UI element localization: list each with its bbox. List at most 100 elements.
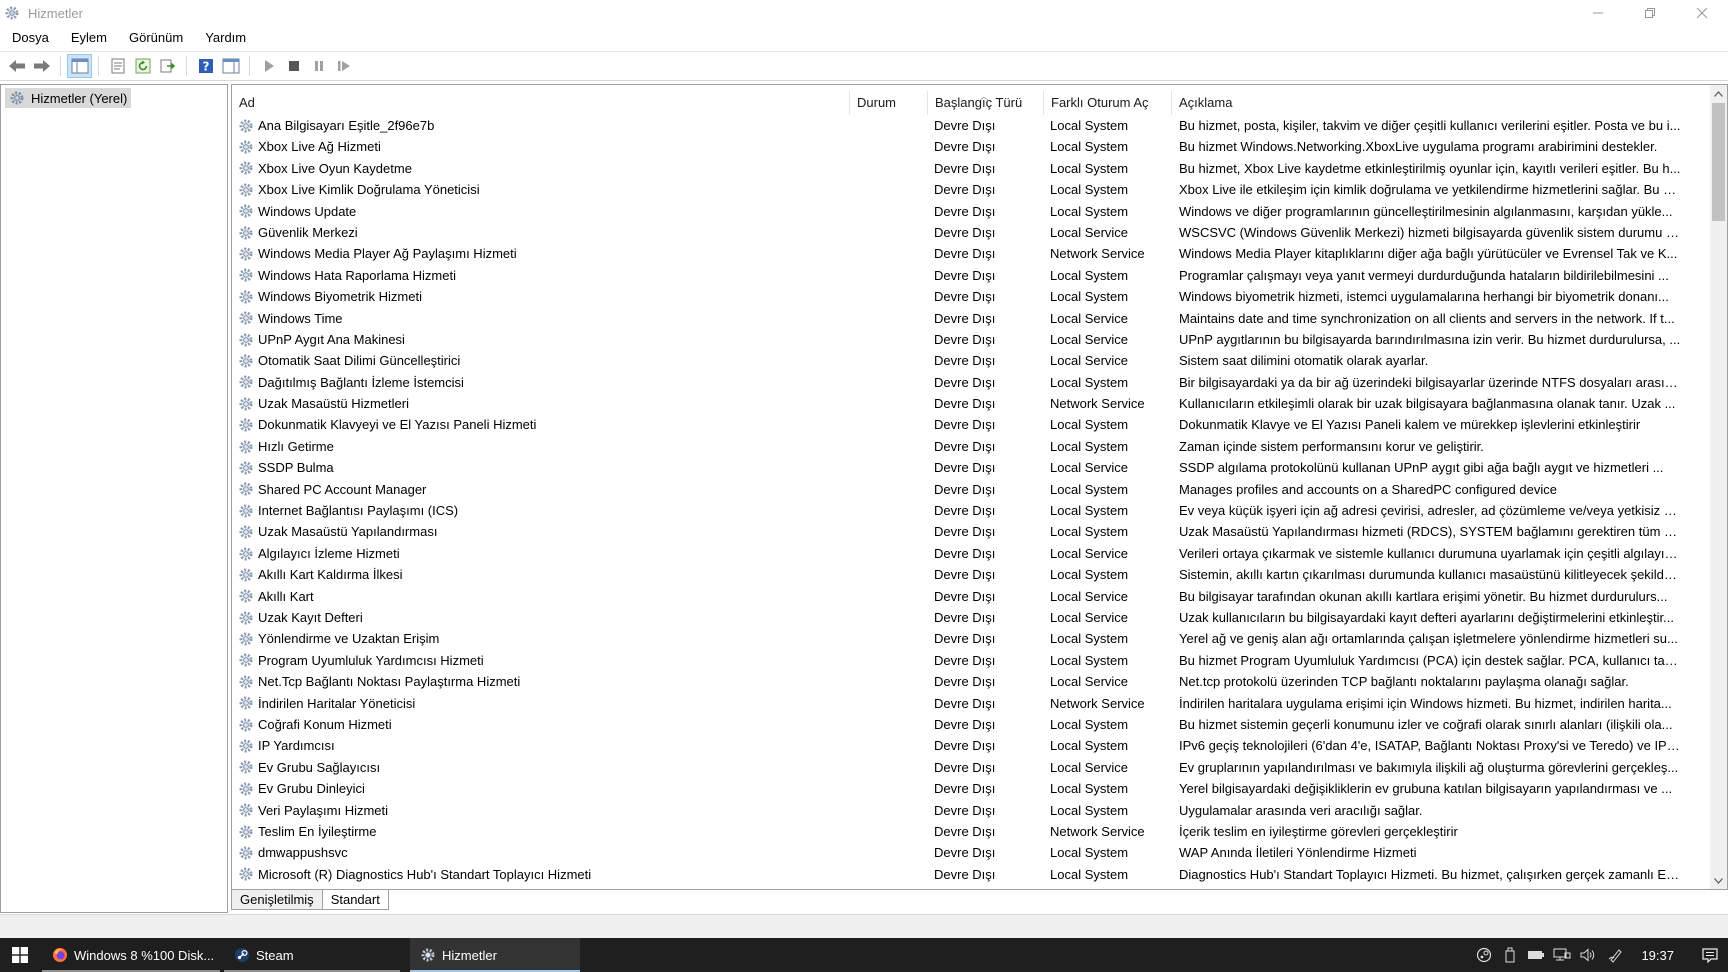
table-row[interactable]: Windows Time Devre Dışı Local Service Maint… [232,308,1712,329]
tray-battery-button[interactable] [1523,938,1549,972]
column-header-log-on-as[interactable]: Farklı Oturum Aç [1044,91,1172,115]
service-name-cell[interactable]: Net.Tcp Bağlantı Noktası Paylaştırma Hiz… [238,671,838,692]
tray-pen-button[interactable] [1601,938,1631,972]
service-name-cell[interactable]: Windows Media Player Ağ Paylaşımı Hizmet… [238,243,838,264]
service-name-cell[interactable]: Coğrafi Konum Hizmeti [238,714,838,735]
taskbar-item-services[interactable]: Hizmetler [410,938,580,972]
minimize-button[interactable] [1572,0,1624,26]
tab-standard[interactable]: Standart [321,890,389,910]
help-button[interactable]: ? [193,54,218,78]
tray-network-button[interactable] [1549,938,1575,972]
table-row[interactable]: Hızlı Getirme Devre Dışı Local System Zaman… [232,436,1712,457]
service-name-cell[interactable]: Shared PC Account Manager [238,479,838,500]
table-row[interactable]: Windows Update Devre Dışı Local System Wind… [232,201,1712,222]
scroll-down-button[interactable] [1710,872,1727,889]
table-row[interactable]: Windows Media Player Ağ Paylaşımı Hizmet… [232,243,1712,264]
service-name-cell[interactable]: Otomatik Saat Dilimi Güncelleştirici [238,350,838,371]
service-name-cell[interactable]: Xbox Live Kimlik Doğrulama Yöneticisi [238,179,838,200]
service-name-cell[interactable]: Akıllı Kart Kaldırma İlkesi [238,564,838,585]
scroll-up-button[interactable] [1710,85,1727,102]
vertical-scrollbar[interactable] [1710,85,1727,889]
service-name-cell[interactable]: Uzak Masaüstü Hizmetleri [238,393,838,414]
table-row[interactable]: Internet Bağlantısı Paylaşımı (ICS) Devre… [232,500,1712,521]
table-row[interactable]: Coğrafi Konum Hizmeti Devre Dışı Local Sys… [232,714,1712,735]
table-row[interactable]: Xbox Live Kimlik Doğrulama Yöneticisi Dev… [232,179,1712,200]
export-list-button[interactable] [155,54,180,78]
forward-button[interactable] [29,54,54,78]
table-row[interactable]: Ev Grubu Sağlayıcısı Devre Dışı Local Serv… [232,757,1712,778]
menu-view[interactable]: Görünüm [118,27,194,49]
service-name-cell[interactable]: Yönlendirme ve Uzaktan Erişim [238,628,838,649]
tree-item-services-local[interactable]: Hizmetler (Yerel) [5,88,132,108]
column-header-name[interactable]: Ad [232,91,850,115]
start-service-button[interactable] [256,54,281,78]
service-name-cell[interactable]: UPnP Aygıt Ana Makinesi [238,329,838,350]
tab-extended[interactable]: Genişletilmiş [231,890,323,910]
service-name-cell[interactable]: Xbox Live Ağ Hizmeti [238,136,838,157]
table-row[interactable]: Windows Hata Raporlama Hizmeti Devre Dışı… [232,265,1712,286]
service-name-cell[interactable]: Ana Bilgisayarı Eşitle_2f96e7b [238,115,838,136]
menu-help[interactable]: Yardım [194,27,257,49]
table-row[interactable]: Dağıtılmış Bağlantı İzleme İstemcisi Devr… [232,372,1712,393]
service-name-cell[interactable]: Ev Grubu Dinleyici [238,778,838,799]
service-name-cell[interactable]: Windows Biyometrik Hizmeti [238,286,838,307]
service-name-cell[interactable]: Program Uyumluluk Yardımcısı Hizmeti [238,650,838,671]
table-row[interactable]: Net.Tcp Bağlantı Noktası Paylaştırma Hiz… [232,671,1712,692]
table-row[interactable]: Uzak Kayıt Defteri Devre Dışı Local Servic… [232,607,1712,628]
table-row[interactable]: Dokunmatik Klavyeyi ve El Yazısı Paneli … [232,414,1712,435]
service-name-cell[interactable]: Microsoft (R) Diagnostics Hub'ı Standart… [238,864,838,885]
service-name-cell[interactable]: Güvenlik Merkezi [238,222,838,243]
action-center-button[interactable] [1692,938,1728,972]
tray-steam-button[interactable] [1471,938,1497,972]
back-button[interactable] [4,54,29,78]
table-row[interactable]: Microsoft (R) Diagnostics Hub'ı Standart… [232,864,1712,885]
scroll-thumb[interactable] [1712,103,1725,221]
table-row[interactable]: Uzak Masaüstü Yapılandırması Devre Dışı Lo… [232,521,1712,542]
pause-service-button[interactable] [306,54,331,78]
column-header-status[interactable]: Durum [850,91,928,115]
table-row[interactable]: Windows Biyometrik Hizmeti Devre Dışı Loca… [232,286,1712,307]
properties-button[interactable] [105,54,130,78]
menu-file[interactable]: Dosya [0,27,60,49]
close-button[interactable] [1676,0,1728,26]
service-name-cell[interactable]: Windows Update [238,201,838,222]
menu-action[interactable]: Eylem [60,27,118,49]
column-header-description[interactable]: Açıklama [1172,91,1712,115]
table-row[interactable]: Shared PC Account Manager Devre Dışı Local… [232,479,1712,500]
table-row[interactable]: Ana Bilgisayarı Eşitle_2f96e7b Devre Dışı… [232,115,1712,136]
table-row[interactable]: Veri Paylaşımı Hizmeti Devre Dışı Local Sy… [232,800,1712,821]
table-row[interactable]: Yönlendirme ve Uzaktan Erişim Devre Dışı L… [232,628,1712,649]
service-name-cell[interactable]: Akıllı Kart [238,586,838,607]
show-hide-action-pane-button[interactable] [218,54,243,78]
service-name-cell[interactable]: Internet Bağlantısı Paylaşımı (ICS) [238,500,838,521]
service-name-cell[interactable]: Dağıtılmış Bağlantı İzleme İstemcisi [238,372,838,393]
table-row[interactable]: Akıllı Kart Devre Dışı Local Service Bu bil… [232,586,1712,607]
table-row[interactable]: dmwappushsvc Devre Dışı Local System WAP An… [232,842,1712,863]
table-row[interactable]: İndirilen Haritalar Yöneticisi Devre Dışı… [232,693,1712,714]
table-row[interactable]: Teslim En İyileştirme Devre Dışı Network S… [232,821,1712,842]
taskbar-clock[interactable]: 19:37 [1631,948,1692,963]
table-row[interactable]: Ev Grubu Dinleyici Devre Dışı Local System… [232,778,1712,799]
taskbar-item-steam[interactable]: Steam [224,938,400,972]
service-name-cell[interactable]: Ev Grubu Sağlayıcısı [238,757,838,778]
service-name-cell[interactable]: SSDP Bulma [238,457,838,478]
service-name-cell[interactable]: Uzak Masaüstü Yapılandırması [238,521,838,542]
table-row[interactable]: Xbox Live Ağ Hizmeti Devre Dışı Local Syst… [232,136,1712,157]
tray-volume-button[interactable] [1575,938,1601,972]
service-name-cell[interactable]: Teslim En İyileştirme [238,821,838,842]
table-row[interactable]: Algılayıcı İzleme Hizmeti Devre Dışı Local… [232,543,1712,564]
restore-button[interactable] [1624,0,1676,26]
service-name-cell[interactable]: Dokunmatik Klavyeyi ve El Yazısı Paneli … [238,414,838,435]
table-row[interactable]: Akıllı Kart Kaldırma İlkesi Devre Dışı Loc… [232,564,1712,585]
table-row[interactable]: Uzak Masaüstü Hizmetleri Devre Dışı Networ… [232,393,1712,414]
service-name-cell[interactable]: Windows Time [238,308,838,329]
table-row[interactable]: SSDP Bulma Devre Dışı Local Service SSDP al… [232,457,1712,478]
service-name-cell[interactable]: Windows Hata Raporlama Hizmeti [238,265,838,286]
table-row[interactable]: Güvenlik Merkezi Devre Dışı Local Service W… [232,222,1712,243]
table-row[interactable]: UPnP Aygıt Ana Makinesi Devre Dışı Local S… [232,329,1712,350]
table-row[interactable]: Program Uyumluluk Yardımcısı Hizmeti Devr… [232,650,1712,671]
service-name-cell[interactable]: Hızlı Getirme [238,436,838,457]
service-name-cell[interactable]: dmwappushsvc [238,842,838,863]
stop-service-button[interactable] [281,54,306,78]
tray-usb-button[interactable] [1497,938,1523,972]
